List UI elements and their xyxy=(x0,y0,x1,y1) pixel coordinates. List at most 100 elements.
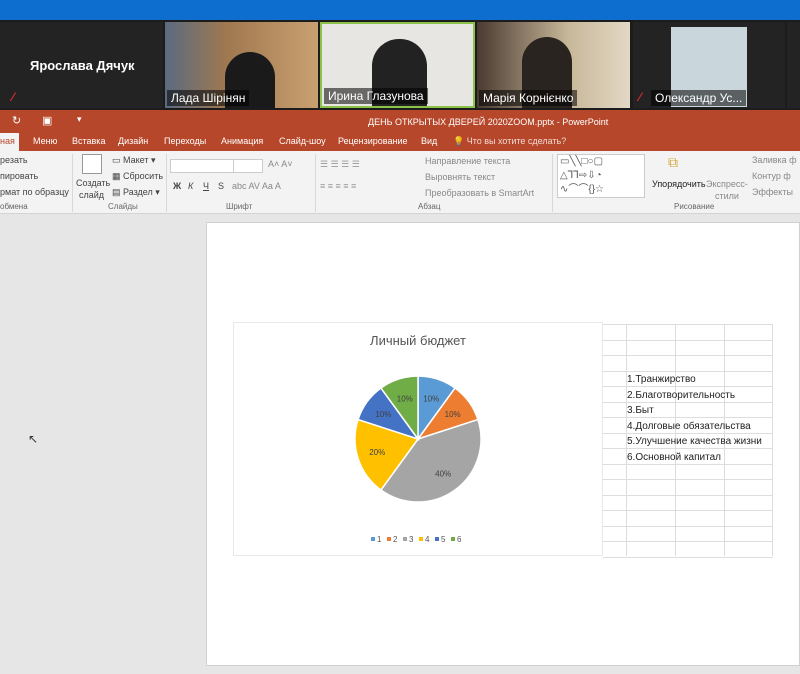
reset-button[interactable]: ▦ Сбросить xyxy=(112,171,163,182)
participant-name: Марія Корнієнко xyxy=(479,90,578,106)
layout-label: Макет xyxy=(123,155,149,165)
grid-line xyxy=(603,386,773,387)
category-label: 6.Основной капитал xyxy=(627,451,721,463)
new-slide-button[interactable]: Создать xyxy=(76,178,110,188)
font-grow-icon[interactable]: A˄ A˅ xyxy=(268,159,293,169)
section-button[interactable]: ▤ Раздел ▾ xyxy=(112,187,160,198)
grid-line xyxy=(603,401,773,403)
zoom-top-bar xyxy=(0,0,800,20)
smartart-button[interactable]: Преобразовать в SmartArt xyxy=(425,188,534,198)
legend-swatch xyxy=(451,537,455,541)
legend-label: 1 xyxy=(377,535,382,544)
present-icon[interactable]: ▣ xyxy=(42,114,52,127)
category-label: 5.Улучшение качества жизни xyxy=(627,436,762,447)
shape-effects-button[interactable]: Эффекты xyxy=(752,187,793,197)
participant-name: Ярослава Дячук xyxy=(30,58,135,73)
shape-outline-button[interactable]: Контур ф xyxy=(752,171,791,181)
bold-button[interactable]: Ж xyxy=(173,181,181,191)
participant-tile[interactable]: Ярослава Дячук ⁄ xyxy=(0,22,163,108)
legend-swatch xyxy=(387,537,391,541)
grid-line xyxy=(603,463,773,465)
redo-icon[interactable]: ↻ xyxy=(12,114,21,127)
participant-name: Лада Шірінян xyxy=(167,90,250,106)
italic-button[interactable]: К xyxy=(188,181,193,191)
align-text-button[interactable]: Выровнять текст xyxy=(425,172,495,182)
tab-review[interactable]: Рецензирование xyxy=(338,136,408,146)
tab-design[interactable]: Дизайн xyxy=(118,136,148,146)
arrange-icon: ⧉ xyxy=(668,154,678,170)
mouse-cursor: ↖ xyxy=(28,432,39,446)
participant-tile[interactable] xyxy=(787,22,800,108)
cut-button[interactable]: резать xyxy=(0,155,28,165)
font-size-input[interactable] xyxy=(233,159,263,173)
group-label: Слайды xyxy=(108,202,138,211)
participant-tile-active[interactable]: Ирина Глазунова xyxy=(320,22,475,108)
category-label: 1.Транжирство xyxy=(627,374,696,385)
quick-styles-button[interactable]: Экспресс- xyxy=(706,179,748,189)
shape-fill-button[interactable]: Заливка ф xyxy=(752,155,797,165)
ribbon: резать пировать рмат по образцу обмена С… xyxy=(0,151,800,214)
group-label: Абзац xyxy=(418,202,441,211)
format-painter-button[interactable]: рмат по образцу xyxy=(0,187,69,197)
video-strip: Ярослава Дячук ⁄ Лада Шірінян Ирина Глаз… xyxy=(0,20,800,110)
align-icons[interactable]: ≡ ≡ ≡ ≡ ≡ xyxy=(320,181,356,191)
data-label: 10% xyxy=(423,394,439,403)
text-direction-button[interactable]: Направление текста xyxy=(425,156,510,166)
legend-swatch xyxy=(371,537,375,541)
font-more-icons[interactable]: abc AV Aa A xyxy=(232,181,281,191)
legend-label: 5 xyxy=(441,535,446,544)
underline-button[interactable]: Ч xyxy=(203,181,209,191)
data-label: 10% xyxy=(397,394,413,403)
customize-qat-icon[interactable]: ▾ xyxy=(77,114,82,125)
window-title: ДЕНЬ ОТКРЫТЫХ ДВЕРЕЙ 2020ZOOM.pptx - Pow… xyxy=(368,117,609,127)
category-label: 4.Долговые обязательства xyxy=(627,420,751,432)
grid-line xyxy=(603,370,773,372)
legend-swatch xyxy=(403,537,407,541)
group-label: обмена xyxy=(0,202,28,211)
tab-menu[interactable]: Меню xyxy=(33,136,57,146)
legend-label: 4 xyxy=(425,535,430,544)
ribbon-tabs: ная Меню Вставка Дизайн Переходы Анимаци… xyxy=(0,132,800,151)
shapes-gallery[interactable]: ▭╲╲□○▢ △⅂⅂⇨⇩◔ ∿⌒⌒{}☆ xyxy=(557,154,645,198)
group-label: Рисование xyxy=(674,202,715,211)
participant-tile[interactable]: ⁄ Олександр Ус... xyxy=(633,22,785,108)
pie-chart[interactable]: Личный бюджет 10% 1 10% 2 40% 3 20% 4 10% 5 10% 6 xyxy=(233,322,603,556)
data-label: 40% xyxy=(435,470,451,479)
data-label: 10% xyxy=(445,410,461,419)
tab-home[interactable]: ная xyxy=(0,133,19,151)
data-label: 10% xyxy=(375,410,391,419)
legend-label: 3 xyxy=(409,535,414,544)
grid-line xyxy=(603,556,773,558)
layout-button[interactable]: ▭ Макет ▾ xyxy=(112,155,156,166)
new-slide-icon[interactable] xyxy=(82,154,102,174)
shadow-button[interactable]: S xyxy=(218,181,224,191)
grid-line xyxy=(603,479,773,480)
grid-line xyxy=(603,541,773,542)
category-label: 3.Быт xyxy=(627,405,654,416)
data-label: 20% xyxy=(369,448,385,457)
participant-name: Ирина Глазунова xyxy=(324,88,428,104)
arrange-button[interactable]: Упорядочить xyxy=(652,179,706,189)
tab-insert[interactable]: Вставка xyxy=(72,136,105,146)
copy-button[interactable]: пировать xyxy=(0,171,38,181)
new-slide-label: слайд xyxy=(79,190,105,200)
tell-me-box[interactable]: 💡 Что вы хотите сделать? xyxy=(453,136,566,147)
grid-line xyxy=(603,510,773,511)
tab-view[interactable]: Вид xyxy=(421,136,437,146)
list-icons[interactable]: ☰ ☰ ☰ ☰ xyxy=(320,159,360,170)
muted-mic-icon: ⁄ xyxy=(639,90,642,104)
grid-line xyxy=(603,324,773,325)
grid-line xyxy=(603,525,773,527)
muted-mic-icon: ⁄ xyxy=(12,90,15,104)
tab-transitions[interactable]: Переходы xyxy=(164,136,206,146)
participant-tile[interactable]: Марія Корнієнко xyxy=(477,22,630,108)
grid-line xyxy=(603,417,773,418)
tab-slideshow[interactable]: Слайд-шоу xyxy=(279,136,326,146)
grid-line xyxy=(772,324,773,556)
participant-name: Олександр Ус... xyxy=(651,90,747,106)
spreadsheet-grid: 1.Транжирство 2.Благотворительность 3.Быт 4… xyxy=(603,324,773,558)
tab-animation[interactable]: Анимация xyxy=(221,136,263,146)
participant-tile[interactable]: Лада Шірінян xyxy=(165,22,318,108)
quick-styles-label: стили xyxy=(715,191,739,201)
grid-line xyxy=(603,432,773,434)
